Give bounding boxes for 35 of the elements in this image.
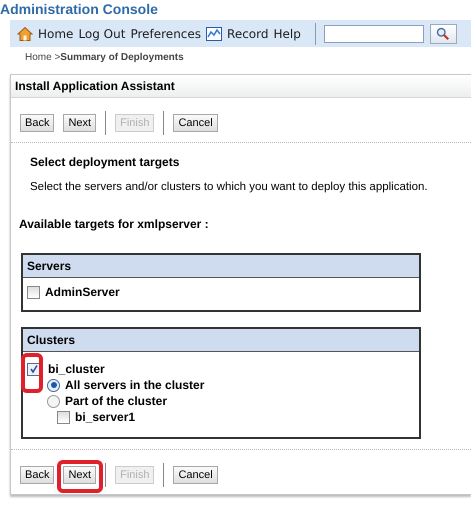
wizard-button[interactable]: Back [20,114,54,132]
breadcrumb-link[interactable]: Home > [25,52,60,63]
checkbox[interactable] [27,286,40,298]
app-title: Administration Console [0,0,159,19]
option-label: All servers in the cluster [65,378,204,392]
home-icon [17,26,33,42]
targets-label: Available targets for xmlpserver : [18,216,210,231]
description-text: Select the servers and/or clusters to which you want to deploy this application. [29,180,429,193]
nav-link[interactable]: Home [38,26,74,40]
checkbox[interactable] [57,410,70,424]
nav-link[interactable]: Help [274,26,301,40]
nav-link[interactable]: Record [227,26,268,40]
server-label: bi_server1 [75,410,136,424]
wizard-button[interactable]: Next [63,114,96,132]
wizard-button[interactable]: Next [63,466,96,484]
search-button[interactable] [430,24,457,44]
chart-icon [206,26,222,42]
search-field[interactable] [324,24,424,42]
server-label: AdminServer [45,285,120,299]
panel-title: Install Application Assistant [15,79,175,93]
nav-link[interactable]: Preferences [130,26,202,40]
wizard-button[interactable]: Cancel [173,466,218,484]
checkbox[interactable] [27,362,40,376]
cluster-label: bi_cluster [48,362,105,376]
table-heading: Servers [27,259,72,273]
option-label: Part of the cluster [65,394,168,408]
nav-link[interactable]: Log Out [78,26,126,40]
breadcrumb-current: Summary of Deployments [60,52,184,63]
wizard-button[interactable]: Cancel [173,114,218,132]
radio-button[interactable] [47,378,60,392]
table-heading: Clusters [27,333,76,347]
wizard-button[interactable]: Back [20,466,54,484]
section-title: Select deployment targets [29,154,180,169]
radio-button[interactable] [47,394,60,408]
search-icon [436,26,450,40]
